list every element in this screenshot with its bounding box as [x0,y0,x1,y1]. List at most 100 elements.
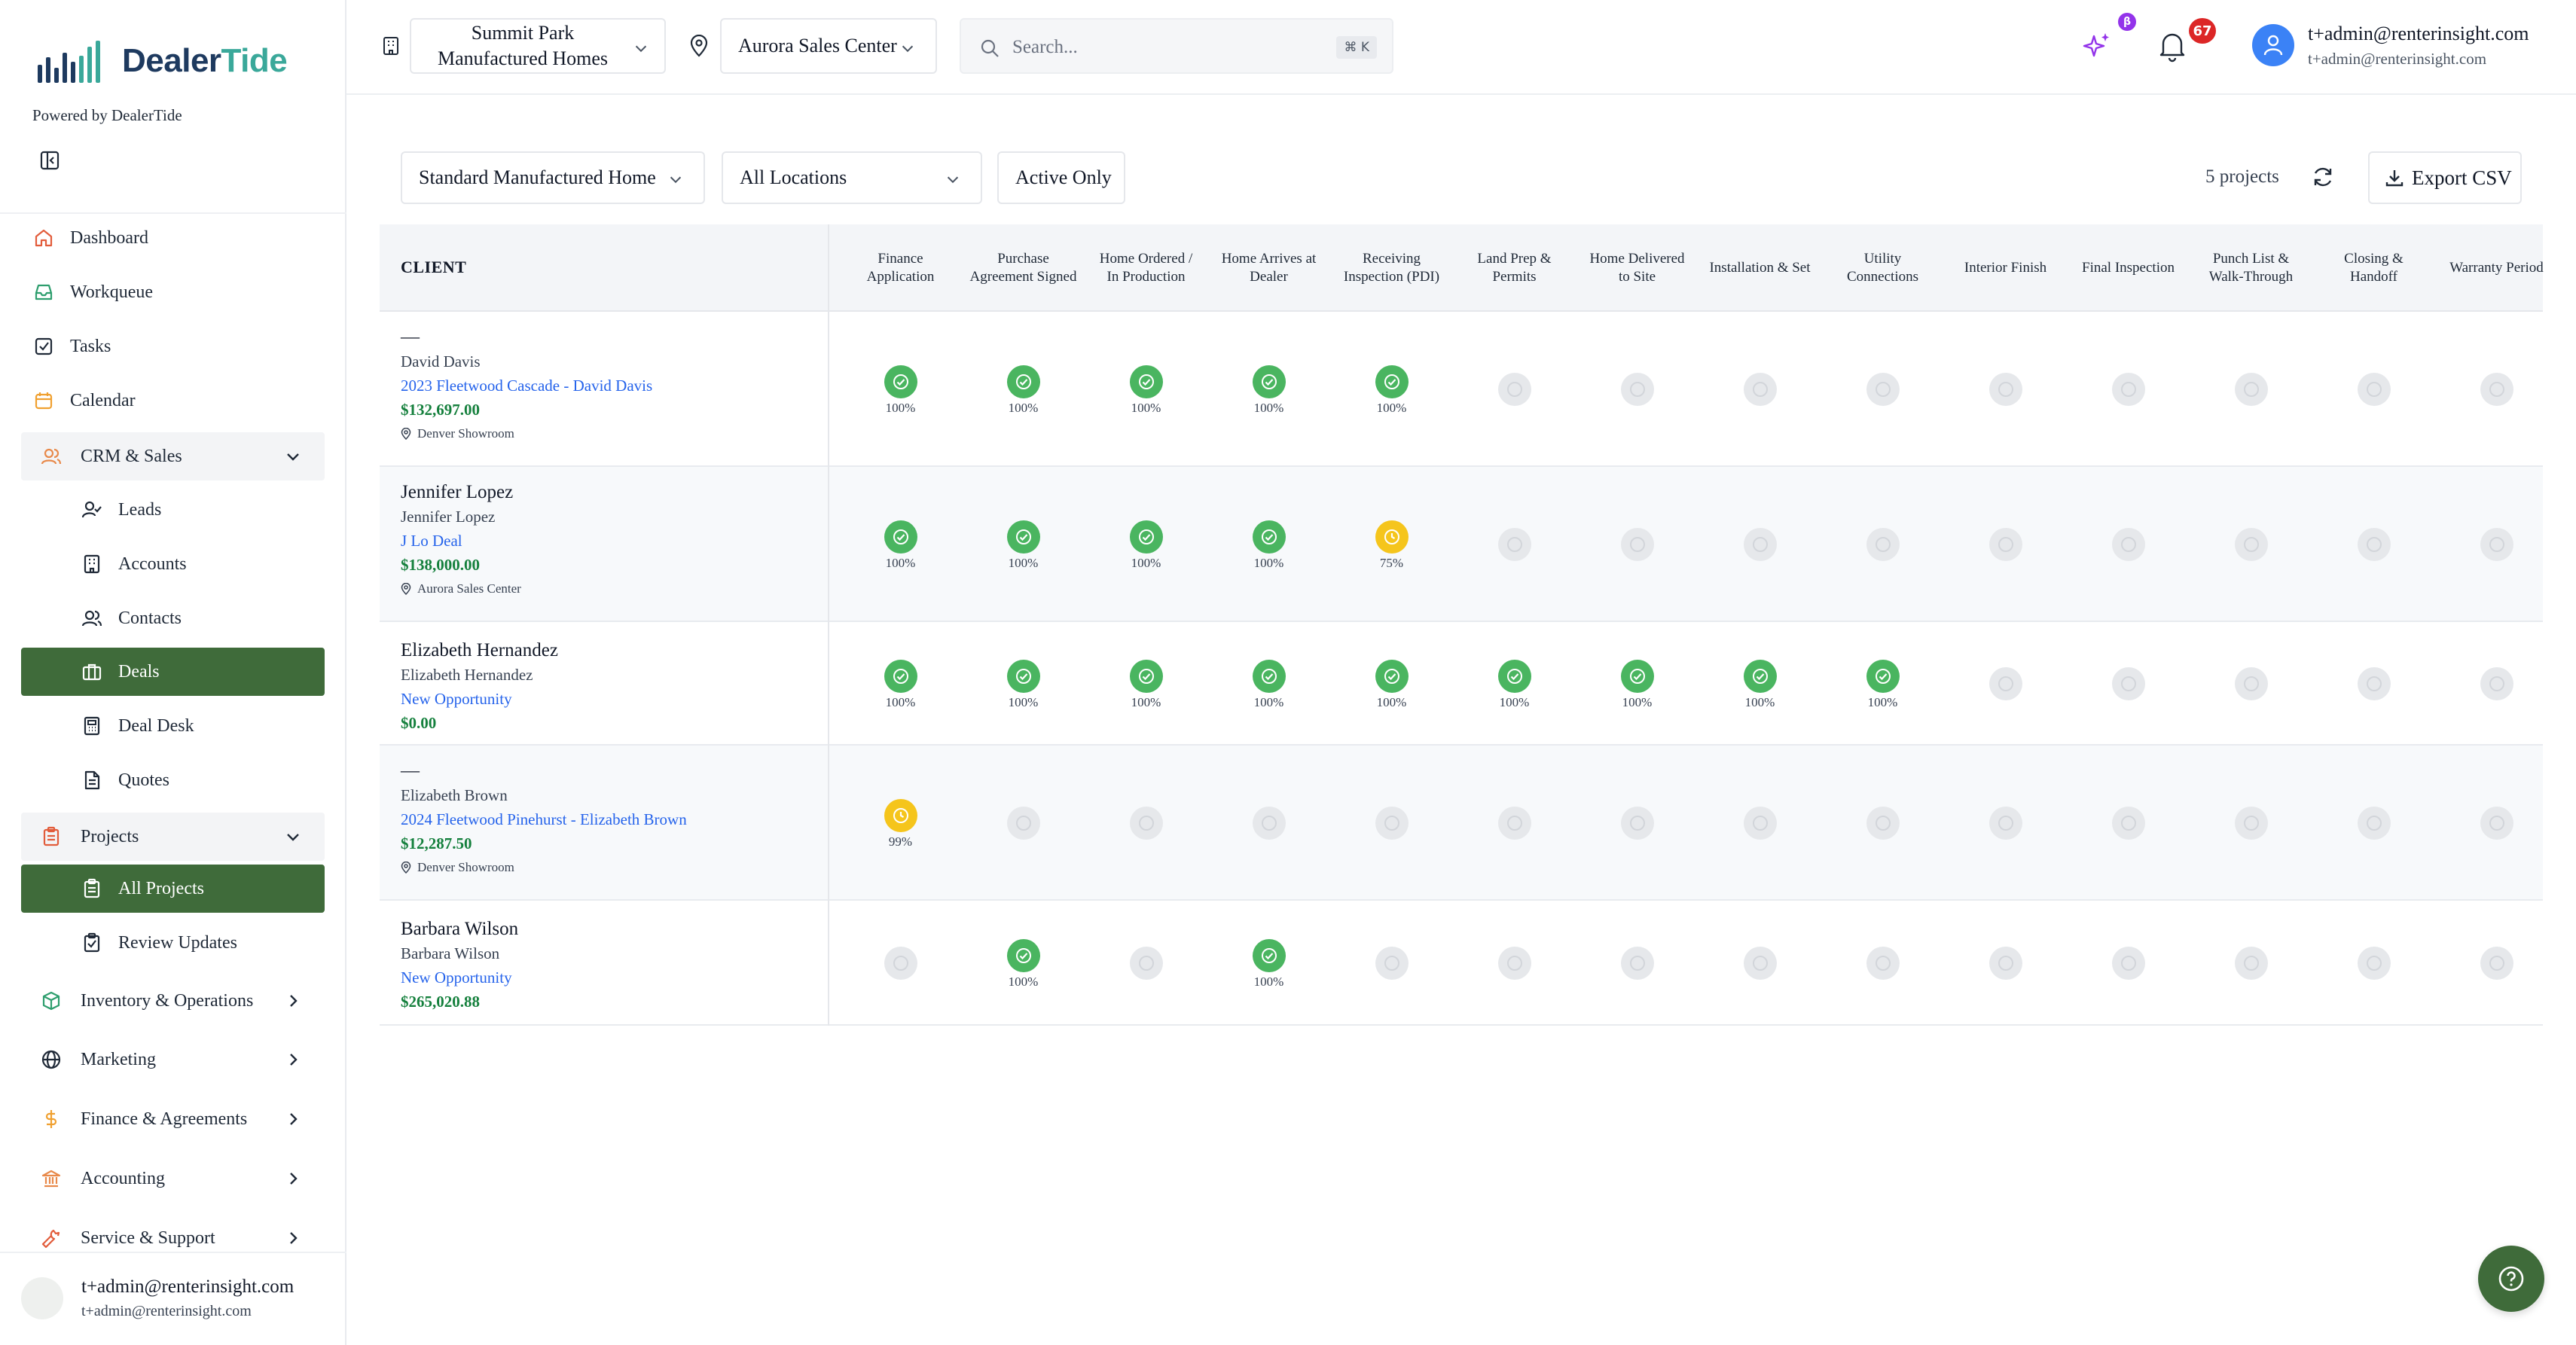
stage-status-cell[interactable]: 100% [962,520,1085,571]
stage-status-cell[interactable] [1821,373,1944,406]
stage-status-dot[interactable] [1497,660,1531,693]
active-only-toggle[interactable]: Active Only [997,151,1125,204]
stage-status-cell[interactable] [2312,947,2435,980]
stage-status-cell[interactable] [2435,667,2558,700]
stage-status-cell[interactable] [1207,807,1330,840]
sidebar-item-accounts[interactable]: Accounts [21,540,325,588]
stage-status-dot[interactable] [1497,528,1531,561]
search-box[interactable]: ⌘ K [960,18,1393,74]
stage-status-dot[interactable] [2480,667,2513,700]
table-row[interactable]: Jennifer Lopez Jennifer Lopez J Lo Deal $13… [380,467,2543,622]
stage-status-cell[interactable] [1330,807,1453,840]
stage-status-cell[interactable]: 100% [1207,660,1330,710]
stage-status-cell[interactable] [1699,373,1821,406]
stage-status-dot[interactable] [1375,660,1409,693]
stage-status-dot[interactable] [1375,807,1409,840]
stage-status-dot[interactable] [1006,939,1040,972]
stage-status-dot[interactable] [1129,660,1163,693]
stage-status-cell[interactable]: 100% [1699,660,1821,710]
sidebar-group-projects[interactable]: Projects [21,813,325,861]
bell-icon[interactable] [2156,29,2189,63]
stage-status-dot[interactable] [1743,807,1777,840]
stage-status-cell[interactable]: 100% [1576,660,1699,710]
stage-status-cell[interactable] [1576,373,1699,406]
stage-status-dot[interactable] [1375,365,1409,398]
stage-status-dot[interactable] [2480,947,2513,980]
stage-status-cell[interactable]: 100% [1085,660,1207,710]
stage-status-cell[interactable] [2067,947,2190,980]
stage-status-dot[interactable] [2480,528,2513,561]
stage-status-cell[interactable] [1944,373,2067,406]
stage-status-dot[interactable] [2234,667,2268,700]
sidebar-item-workqueue[interactable]: Workqueue [21,268,325,316]
stage-status-dot[interactable] [2357,373,2391,406]
sidebar-group-inventory[interactable]: Inventory & Operations [21,977,325,1025]
avatar[interactable] [21,1277,63,1319]
sidebar-group-service[interactable]: Service & Support [21,1214,325,1262]
sidebar-item-all-projects[interactable]: All Projects [21,865,325,913]
stage-status-cell[interactable]: 99% [839,799,962,849]
stage-status-dot[interactable] [2111,528,2145,561]
stage-status-cell[interactable] [1453,373,1576,406]
stage-status-dot[interactable] [1988,807,2022,840]
sidebar-item-quotes[interactable]: Quotes [21,756,325,804]
stage-status-dot[interactable] [1497,807,1531,840]
stage-status-cell[interactable] [1699,947,1821,980]
stage-status-cell[interactable] [2190,373,2312,406]
stage-status-dot[interactable] [884,660,917,693]
stage-status-cell[interactable] [2190,667,2312,700]
stage-status-dot[interactable] [1620,373,1654,406]
sidebar-group-accounting[interactable]: Accounting [21,1154,325,1203]
stage-status-dot[interactable] [2234,373,2268,406]
refresh-icon[interactable] [2311,165,2335,189]
stage-status-cell[interactable]: 100% [839,520,962,571]
stage-status-cell[interactable] [1576,528,1699,561]
table-row[interactable]: Barbara Wilson Barbara Wilson New Opportun… [380,901,2543,1026]
stage-status-cell[interactable] [1944,667,2067,700]
project-type-filter[interactable]: Standard Manufactured Home [401,151,705,204]
stage-status-cell[interactable] [1944,528,2067,561]
export-csv-button[interactable]: Export CSV [2368,151,2522,204]
stage-status-cell[interactable] [2190,807,2312,840]
stage-status-dot[interactable] [1375,520,1409,554]
stage-status-cell[interactable] [1576,947,1699,980]
sidebar-group-crm-sales[interactable]: CRM & Sales [21,432,325,480]
stage-status-cell[interactable]: 100% [1085,520,1207,571]
stage-status-cell[interactable] [2435,528,2558,561]
stage-status-cell[interactable] [1944,807,2067,840]
stage-status-cell[interactable] [1821,947,1944,980]
stage-status-cell[interactable] [2067,373,2190,406]
stage-status-dot[interactable] [884,365,917,398]
sidebar-item-contacts[interactable]: Contacts [21,594,325,642]
stage-status-dot[interactable] [2111,373,2145,406]
sidebar-collapse-icon[interactable] [39,150,60,171]
organization-select[interactable]: Summit Park Manufactured Homes [410,18,666,74]
user-name[interactable]: t+admin@renterinsight.com [2308,23,2529,45]
stage-status-dot[interactable] [1129,365,1163,398]
stage-status-cell[interactable]: 100% [1330,365,1453,416]
stage-status-dot[interactable] [2111,667,2145,700]
stage-status-dot[interactable] [1866,528,1900,561]
stage-status-cell[interactable]: 100% [1085,365,1207,416]
stage-status-dot[interactable] [1252,939,1286,972]
stage-status-dot[interactable] [884,799,917,832]
stage-status-cell[interactable] [1085,807,1207,840]
stage-status-dot[interactable] [2111,947,2145,980]
logo[interactable]: DealerTide [36,38,288,84]
sidebar-group-marketing[interactable]: Marketing [21,1035,325,1084]
stage-status-dot[interactable] [884,947,917,980]
stage-status-cell[interactable]: 100% [839,365,962,416]
sidebar-item-calendar[interactable]: Calendar [21,377,325,425]
stage-status-dot[interactable] [2480,373,2513,406]
stage-status-dot[interactable] [1006,807,1040,840]
stage-status-dot[interactable] [1252,520,1286,554]
stage-status-dot[interactable] [1620,660,1654,693]
stage-status-cell[interactable] [1821,807,1944,840]
help-button[interactable] [2478,1246,2544,1312]
stage-status-cell[interactable] [2067,528,2190,561]
stage-status-cell[interactable] [1453,947,1576,980]
deal-link[interactable]: New Opportunity [401,965,518,990]
stage-status-cell[interactable] [2435,373,2558,406]
stage-status-cell[interactable]: 100% [1207,365,1330,416]
stage-status-cell[interactable] [2435,947,2558,980]
